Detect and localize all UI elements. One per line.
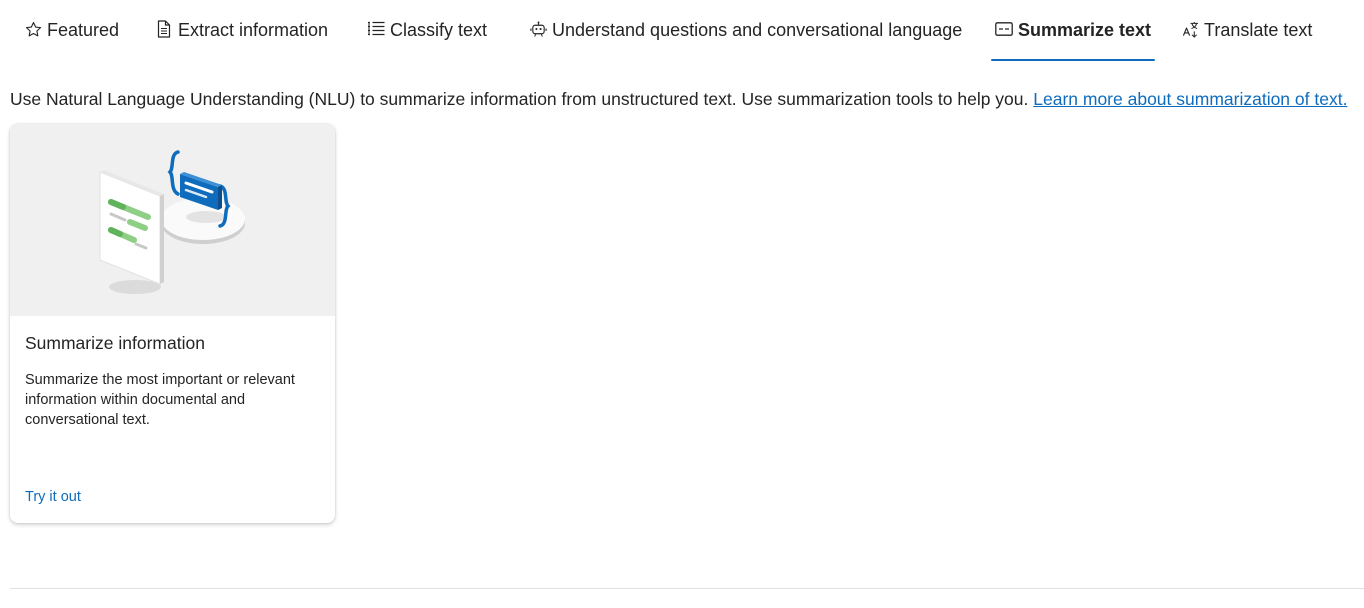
tab-label: Summarize text	[1018, 19, 1152, 40]
tab-label: Featured	[47, 19, 120, 40]
summary-icon	[995, 20, 1013, 38]
translate-icon	[1181, 20, 1199, 38]
card-description: Summarize the most important or relevant…	[25, 372, 295, 428]
list-icon	[367, 20, 385, 38]
tab-label: Classify text	[390, 19, 488, 40]
summarize-information-card[interactable]: Summarize information Summarize the most…	[10, 124, 335, 523]
tab-understand-questions[interactable]: Understand questions and conversational …	[529, 0, 962, 62]
tab-featured[interactable]: Featured	[24, 0, 119, 62]
tab-summarize-text[interactable]: Summarize text	[990, 0, 1156, 62]
page-description: Use Natural Language Understanding (NLU)…	[10, 87, 1364, 111]
try-it-out-link[interactable]: Try it out	[25, 489, 81, 505]
tab-classify-text[interactable]: Classify text	[367, 0, 487, 62]
tab-extract-information[interactable]: Extract information	[155, 0, 328, 62]
card-title: Summarize information	[25, 333, 205, 353]
learn-more-link[interactable]: Learn more about summarization of text.	[1033, 89, 1347, 109]
summarize-illustration	[99, 150, 245, 294]
page: Featured Extract information Classify te…	[0, 0, 1364, 608]
tab-label: Understand questions and conversational …	[552, 19, 963, 40]
footer-divider	[10, 588, 1364, 589]
card-hero	[10, 124, 335, 316]
tab-label: Extract information	[178, 19, 329, 40]
tab-translate-text[interactable]: Translate text	[1181, 0, 1312, 62]
star-icon	[24, 20, 42, 38]
description-text: Use Natural Language Understanding (NLU)…	[10, 89, 1034, 109]
bot-icon	[529, 20, 547, 38]
tab-bar: Featured Extract information Classify te…	[0, 0, 1364, 62]
document-icon	[155, 20, 173, 38]
tab-label: Translate text	[1204, 19, 1313, 40]
